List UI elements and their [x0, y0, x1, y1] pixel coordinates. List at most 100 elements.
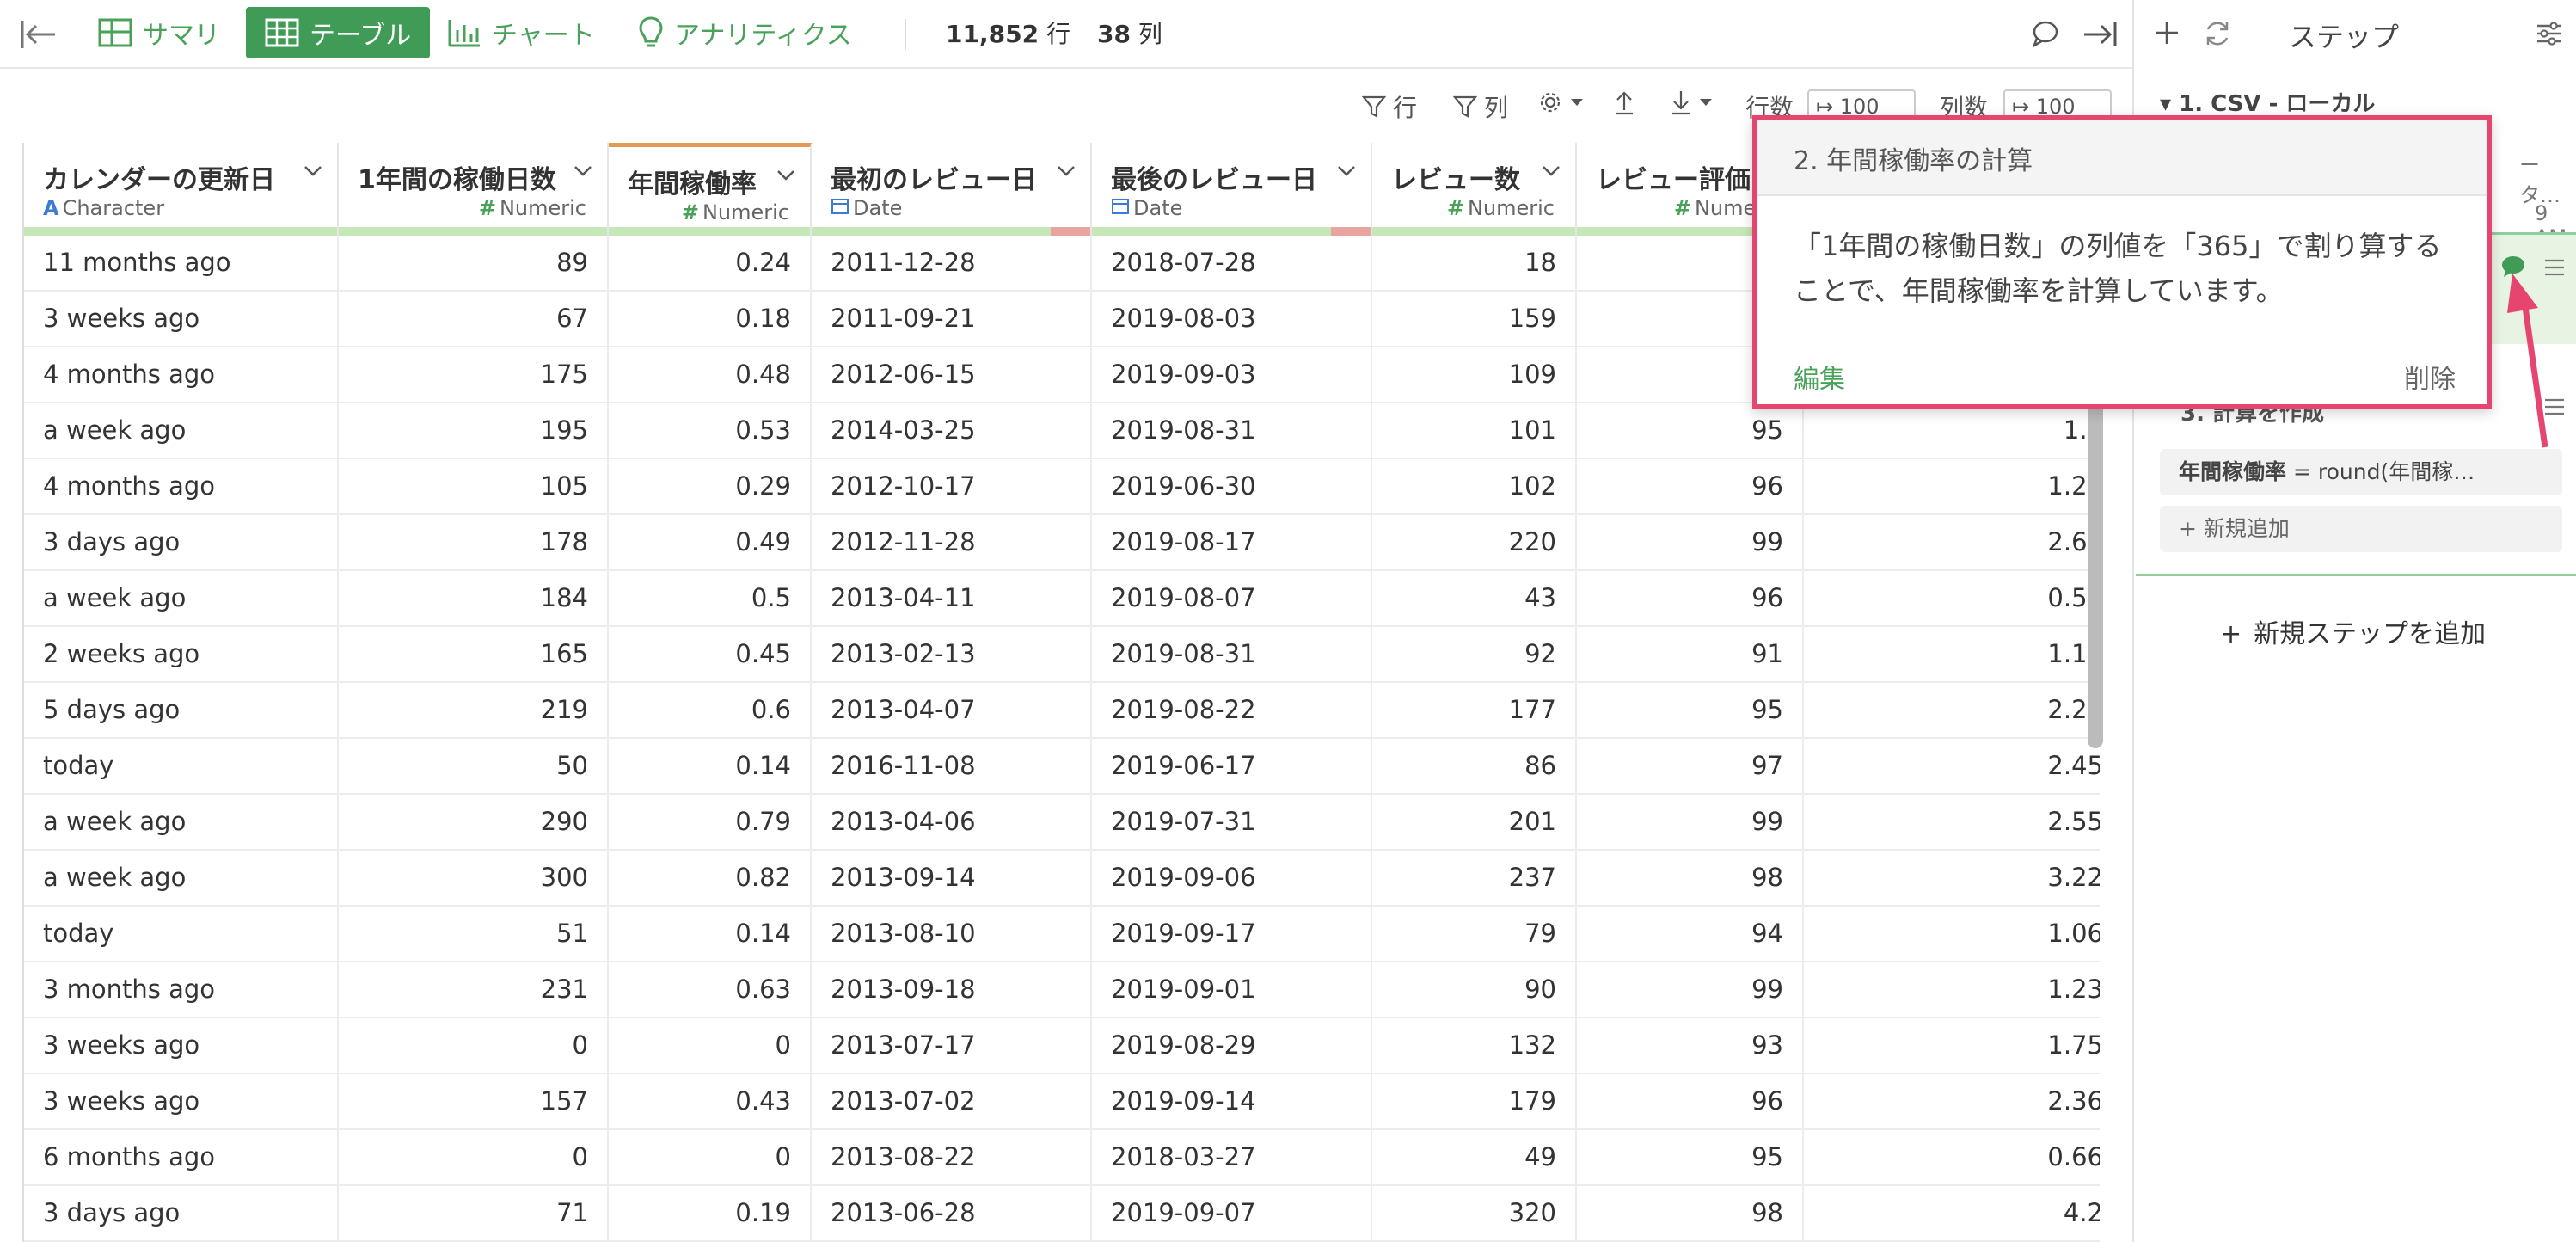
table-cell[interactable]: 99 [1577, 795, 1804, 851]
table-cell[interactable]: 2013-09-14 [812, 851, 1092, 907]
table-cell[interactable]: 1.06 [1804, 907, 2100, 962]
table-row[interactable]: a week ago 195 0.53 2014-03-25 2019-08-31 101… [24, 403, 2100, 459]
table-cell[interactable]: 220 [1372, 515, 1577, 571]
chevron-down-icon[interactable] [303, 163, 323, 177]
chevron-down-icon[interactable] [1056, 163, 1076, 177]
table-cell[interactable]: a week ago [24, 795, 339, 851]
table-cell[interactable]: 2019-09-07 [1092, 1186, 1372, 1242]
table-cell[interactable]: 2013-07-17 [812, 1018, 1092, 1074]
table-cell[interactable]: 300 [339, 851, 609, 907]
table-cell[interactable]: 0.19 [609, 1186, 812, 1242]
table-cell[interactable]: 50 [339, 739, 609, 795]
table-cell[interactable]: 132 [1372, 1018, 1577, 1074]
table-cell[interactable]: 1.23 [1804, 962, 2100, 1018]
table-cell[interactable]: 98 [1577, 1186, 1804, 1242]
edit-button[interactable]: 編集 [1794, 358, 1845, 396]
table-cell[interactable]: 2019-08-31 [1092, 627, 1372, 683]
table-row[interactable]: a week ago 300 0.82 2013-09-14 2019-09-06 237… [24, 851, 2100, 907]
table-cell[interactable]: 109 [1372, 347, 1577, 403]
upload-button[interactable] [1613, 89, 1642, 115]
table-cell[interactable]: 1.75 [1804, 1018, 2100, 1074]
table-cell[interactable]: 0.53 [609, 403, 812, 459]
table-cell[interactable]: 71 [339, 1186, 609, 1242]
table-cell[interactable]: 98 [1577, 851, 1804, 907]
table-cell[interactable]: 2012-11-28 [812, 515, 1092, 571]
step-menu-icon[interactable] [2543, 258, 2566, 280]
formula-item[interactable]: 年間稼働率 = round(年間稼… [2160, 449, 2562, 495]
table-cell[interactable]: 159 [1372, 292, 1577, 347]
table-cell[interactable]: 0.45 [609, 627, 812, 683]
table-cell[interactable]: 2013-04-11 [812, 571, 1092, 627]
settings-dropdown[interactable] [1537, 89, 1591, 115]
tab-analytics[interactable]: アナリティクス [638, 7, 852, 58]
chevron-down-icon[interactable] [573, 163, 593, 177]
comment-icon[interactable] [2031, 19, 2060, 52]
table-cell[interactable]: 0.5 [609, 571, 812, 627]
table-cell[interactable]: 2013-04-06 [812, 795, 1092, 851]
add-new-formula-button[interactable]: + 新規追加 [2160, 506, 2562, 552]
table-cell[interactable]: 0.49 [609, 515, 812, 571]
table-row[interactable]: a week ago 184 0.5 2013-04-11 2019-08-07 43 96… [24, 571, 2100, 627]
table-cell[interactable]: 2019-08-22 [1092, 683, 1372, 739]
table-cell[interactable]: 165 [339, 627, 609, 683]
table-cell[interactable]: 0 [609, 1018, 812, 1074]
table-cell[interactable]: 0.24 [609, 236, 812, 292]
table-cell[interactable]: 2011-09-21 [812, 292, 1092, 347]
table-cell[interactable]: 2019-09-17 [1092, 907, 1372, 962]
table-cell[interactable]: 157 [339, 1074, 609, 1130]
table-cell[interactable]: 0 [609, 1130, 812, 1186]
table-cell[interactable]: 67 [339, 292, 609, 347]
table-row[interactable]: 3 weeks ago 157 0.43 2013-07-02 2019-09-14 17… [24, 1074, 2100, 1130]
table-cell[interactable]: 79 [1372, 907, 1577, 962]
table-cell[interactable]: 92 [1372, 627, 1577, 683]
table-cell[interactable]: 175 [339, 347, 609, 403]
table-cell[interactable]: 105 [339, 459, 609, 515]
table-cell[interactable]: 49 [1372, 1130, 1577, 1186]
table-cell[interactable]: 0.79 [609, 795, 812, 851]
table-cell[interactable]: 86 [1372, 739, 1577, 795]
table-row[interactable]: 3 weeks ago 0 0 2013-07-17 2019-08-29 132 93 1.… [24, 1018, 2100, 1074]
table-cell[interactable]: 2019-06-17 [1092, 739, 1372, 795]
table-cell[interactable]: 2019-07-31 [1092, 795, 1372, 851]
table-cell[interactable]: today [24, 907, 339, 962]
table-cell[interactable]: 0.18 [609, 292, 812, 347]
row-filter-button[interactable]: 行 [1362, 89, 1417, 124]
table-cell[interactable]: 3 months ago [24, 962, 339, 1018]
table-cell[interactable]: 0.43 [609, 1074, 812, 1130]
column-header[interactable]: カレンダーの更新日 A Character [24, 143, 339, 236]
delete-button[interactable]: 削除 [2404, 358, 2456, 396]
table-cell[interactable]: 2019-09-06 [1092, 851, 1372, 907]
table-cell[interactable]: 99 [1577, 962, 1804, 1018]
column-header[interactable]: 年間稼働率 # Numeric [609, 143, 812, 236]
table-cell[interactable]: 97 [1577, 739, 1804, 795]
table-cell[interactable]: 1.21 [1804, 459, 2100, 515]
table-cell[interactable]: 96 [1577, 1074, 1804, 1130]
table-cell[interactable]: 290 [339, 795, 609, 851]
table-row[interactable]: today 50 0.14 2016-11-08 2019-06-17 86 97 2.45 [24, 739, 2100, 795]
add-step-icon[interactable] [2153, 19, 2180, 50]
table-cell[interactable]: a week ago [24, 851, 339, 907]
chevron-down-icon[interactable] [1541, 163, 1561, 177]
table-cell[interactable]: 2016-11-08 [812, 739, 1092, 795]
table-cell[interactable]: 2.36 [1804, 1074, 2100, 1130]
table-row[interactable]: 4 months ago 105 0.29 2012-10-17 2019-06-30 1… [24, 459, 2100, 515]
table-cell[interactable]: 18 [1372, 236, 1577, 292]
table-cell[interactable]: 0.6 [609, 683, 812, 739]
table-cell[interactable]: 4.2 [1804, 1186, 2100, 1242]
table-cell[interactable]: 195 [339, 403, 609, 459]
table-cell[interactable]: 89 [339, 236, 609, 292]
table-cell[interactable]: today [24, 739, 339, 795]
table-cell[interactable]: 1.14 [1804, 627, 2100, 683]
table-cell[interactable]: 0.14 [609, 907, 812, 962]
table-cell[interactable]: 2013-04-07 [812, 683, 1092, 739]
table-row[interactable]: today 51 0.14 2013-08-10 2019-09-17 79 94 1.06 [24, 907, 2100, 962]
table-cell[interactable]: 95 [1577, 403, 1804, 459]
table-cell[interactable]: 93 [1577, 1018, 1804, 1074]
table-cell[interactable]: 2019-08-31 [1092, 403, 1372, 459]
table-cell[interactable]: 6 months ago [24, 1130, 339, 1186]
table-cell[interactable]: 2 weeks ago [24, 627, 339, 683]
chevron-down-icon[interactable] [1336, 163, 1357, 177]
step-menu-icon[interactable] [2543, 397, 2566, 420]
table-cell[interactable]: 0.29 [609, 459, 812, 515]
table-cell[interactable]: 2012-06-15 [812, 347, 1092, 403]
